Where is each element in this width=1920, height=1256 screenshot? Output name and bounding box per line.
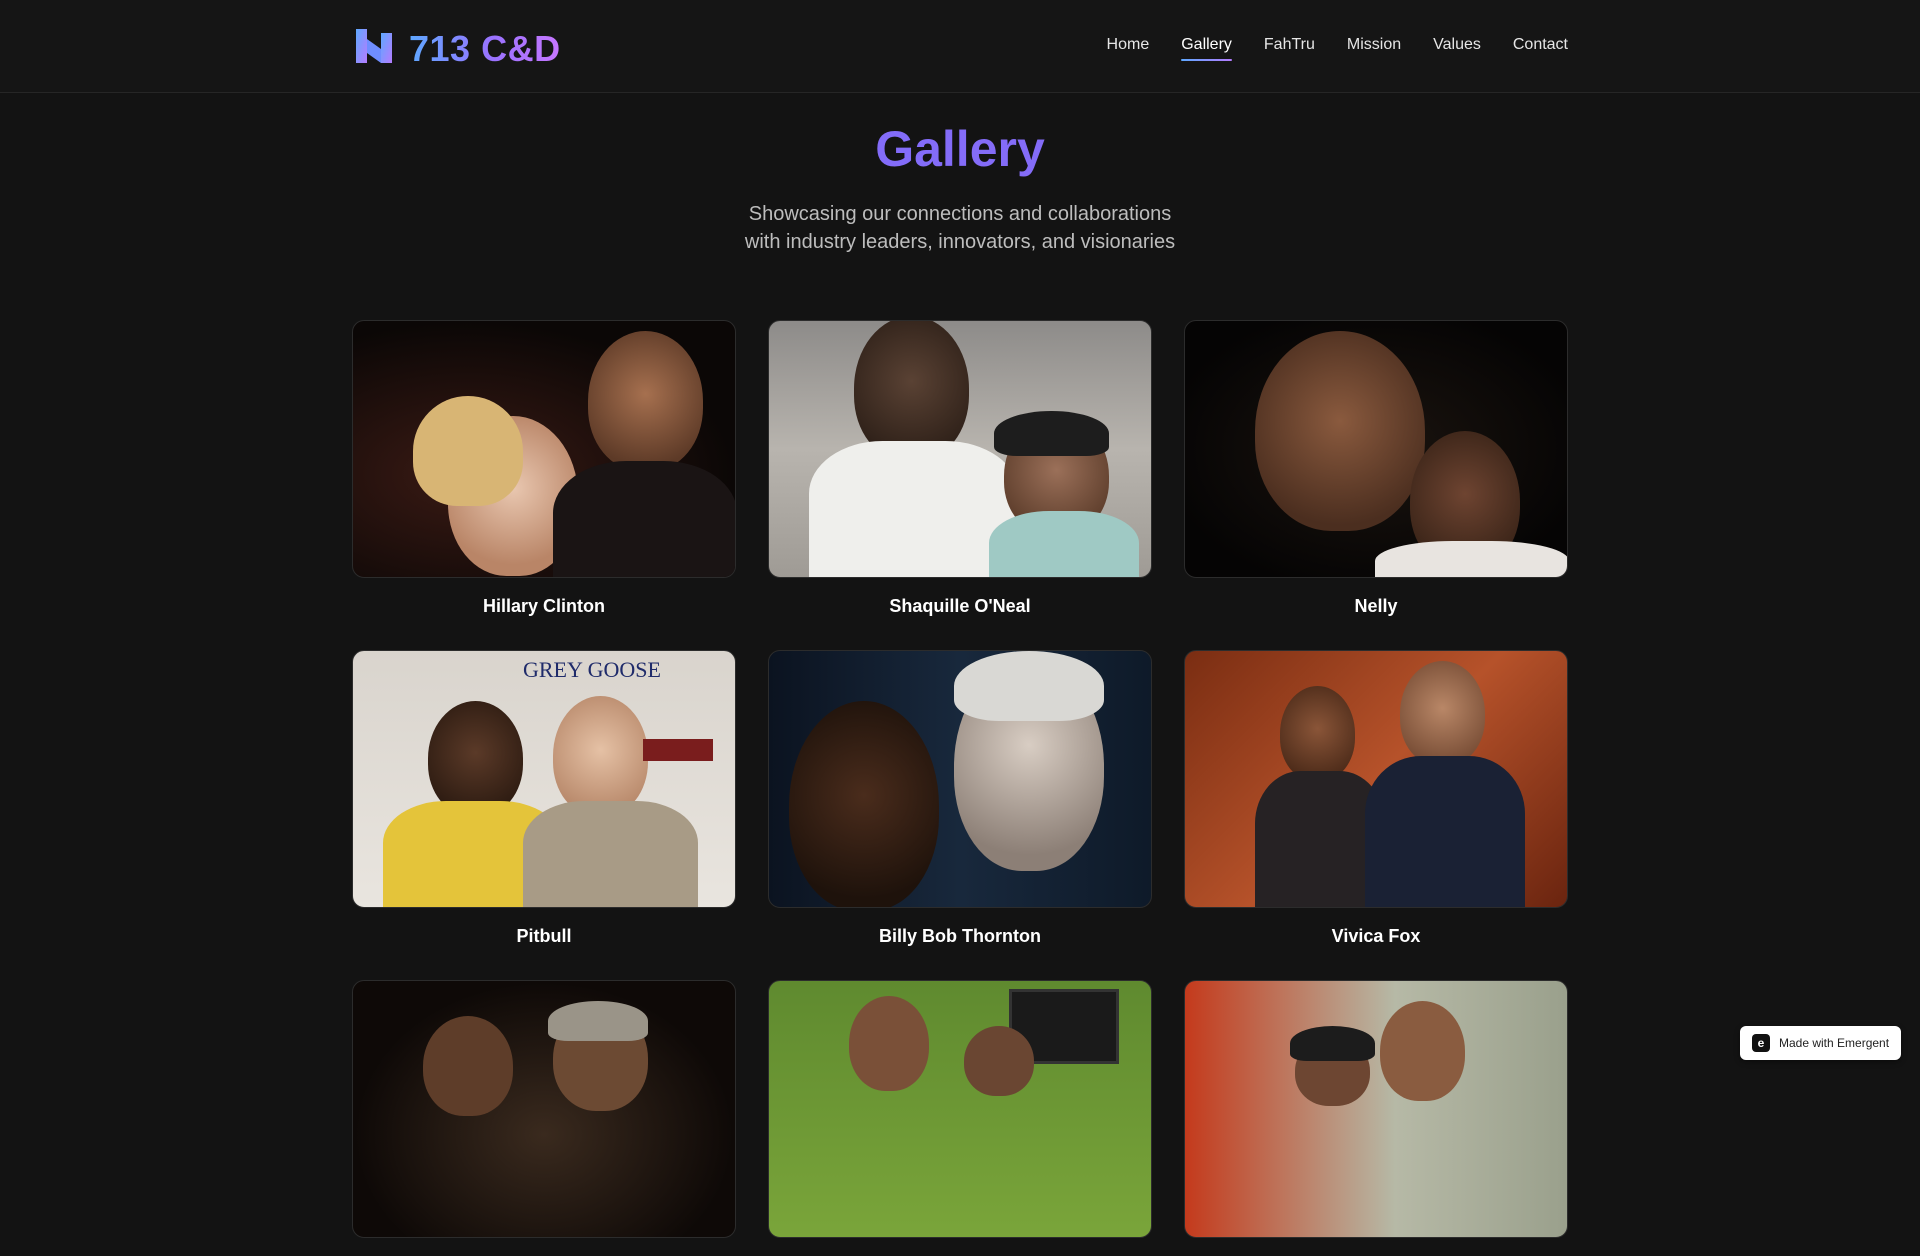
gallery-photo[interactable] <box>1184 320 1568 578</box>
m-logo-icon <box>355 27 393 70</box>
nav-home[interactable]: Home <box>1107 36 1150 58</box>
gallery-caption: Hillary Clinton <box>482 596 605 616</box>
emergent-icon: e <box>1752 1034 1770 1052</box>
gallery-photo[interactable] <box>768 320 1152 578</box>
gallery-caption: Pitbull <box>516 926 572 946</box>
gallery-photo[interactable] <box>768 650 1152 908</box>
gallery-caption: Nelly <box>1354 596 1398 616</box>
gallery-photo[interactable] <box>1184 980 1568 1238</box>
nav-gallery[interactable]: Gallery <box>1181 36 1232 61</box>
nav-mission[interactable]: Mission <box>1347 36 1401 58</box>
brand-logo[interactable]: 713 C&D <box>355 27 561 70</box>
gallery-caption: Vivica Fox <box>1331 926 1421 946</box>
page-subtitle: Showcasing our connections and collabora… <box>0 200 1920 256</box>
gallery-card[interactable]: Hillary Clinton <box>352 320 736 617</box>
badge-label: Made with Emergent <box>1779 1036 1890 1050</box>
subtitle-line-1: Showcasing our connections and collabora… <box>748 203 1172 225</box>
gallery-caption: Billy Bob Thornton <box>879 926 1041 946</box>
gallery-card[interactable]: Nelly <box>1184 320 1568 617</box>
gallery-photo[interactable] <box>1184 650 1568 908</box>
nav-menu: Home Gallery FahTru Mission Values Conta… <box>1075 36 1568 61</box>
gallery-caption: Shaquille O'Neal <box>889 596 1031 616</box>
gallery-card[interactable] <box>352 980 736 1256</box>
gallery-card[interactable]: Vivica Fox <box>1184 650 1568 947</box>
nav-values[interactable]: Values <box>1433 36 1481 58</box>
gallery-card[interactable]: GREY GOOSE Pitbull <box>352 650 736 947</box>
gallery-card[interactable] <box>768 980 1152 1256</box>
nav-fahtru[interactable]: FahTru <box>1264 36 1315 58</box>
page-title: Gallery <box>0 120 1920 178</box>
gallery-photo[interactable] <box>768 980 1152 1238</box>
gallery-photo[interactable] <box>352 320 736 578</box>
gallery-card[interactable] <box>1184 980 1568 1256</box>
top-navbar: 713 C&D Home Gallery FahTru Mission Valu… <box>0 0 1920 93</box>
gallery-card[interactable]: Shaquille O'Neal <box>768 320 1152 617</box>
made-with-emergent-badge[interactable]: e Made with Emergent <box>1740 1026 1901 1060</box>
gallery-photo[interactable]: GREY GOOSE <box>352 650 736 908</box>
gallery-card[interactable]: Billy Bob Thornton <box>768 650 1152 947</box>
gallery-photo[interactable] <box>352 980 736 1238</box>
brand-name: 713 C&D <box>409 27 561 69</box>
subtitle-line-2: with industry leaders, innovators, and v… <box>744 231 1176 253</box>
nav-contact[interactable]: Contact <box>1513 36 1568 58</box>
